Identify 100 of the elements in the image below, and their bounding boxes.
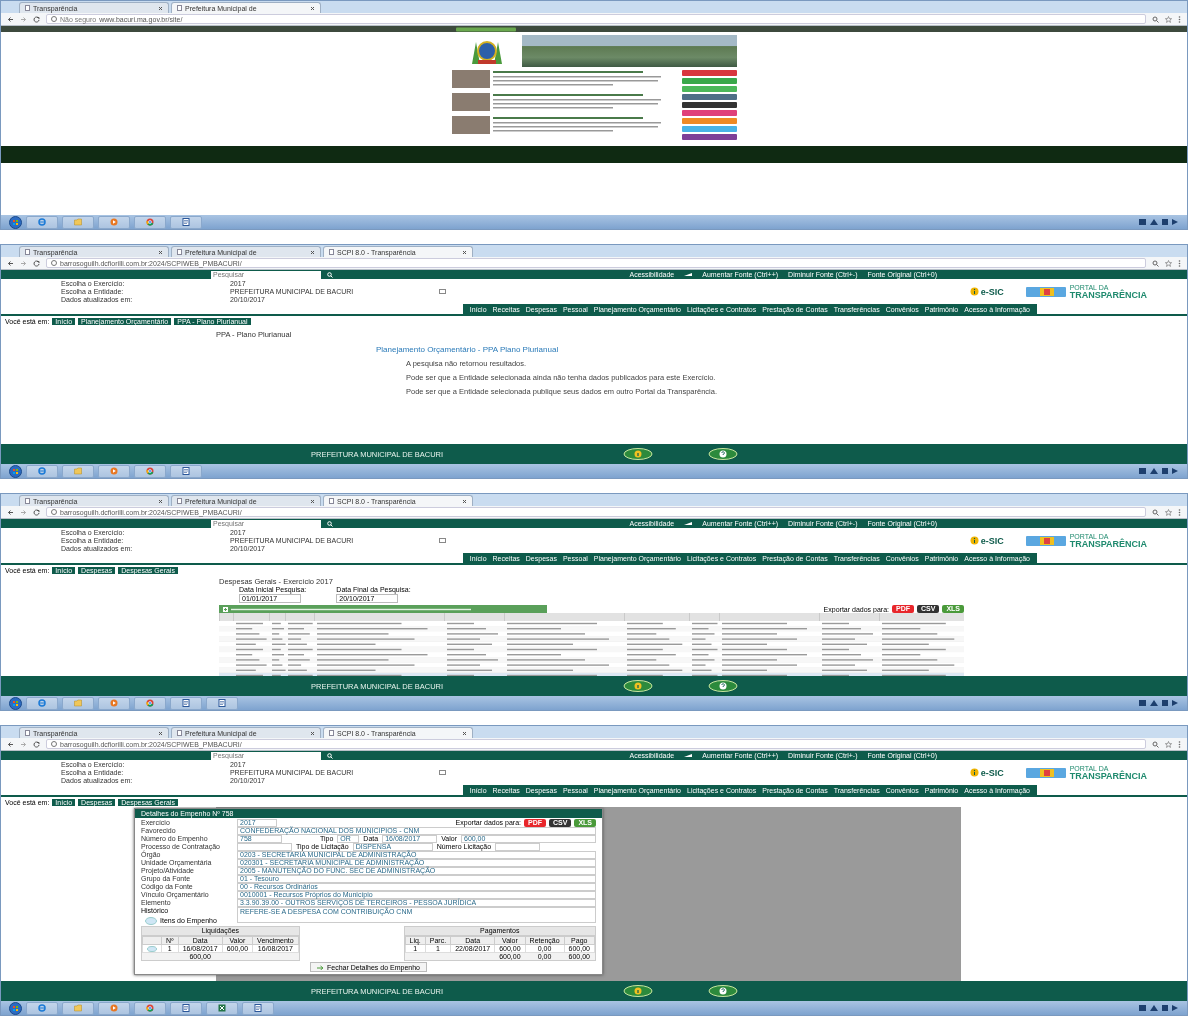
document-icon bbox=[182, 1004, 190, 1012]
folder-icon bbox=[74, 1004, 82, 1012]
reload-icon[interactable] bbox=[33, 15, 40, 23]
back-icon[interactable] bbox=[7, 15, 14, 23]
star-icon[interactable] bbox=[1165, 740, 1172, 748]
browser-icon bbox=[38, 699, 46, 707]
portal-logo-icon bbox=[1025, 534, 1066, 547]
taskbar-app-button[interactable] bbox=[170, 1001, 202, 1015]
start-orb-icon[interactable] bbox=[9, 464, 22, 478]
close-icon[interactable] bbox=[158, 249, 163, 255]
system-tray-icon bbox=[1139, 1004, 1179, 1012]
start-orb-icon[interactable] bbox=[9, 696, 22, 710]
taskbar-app-button[interactable] bbox=[26, 696, 58, 710]
taskbar-app-button[interactable] bbox=[206, 1001, 238, 1015]
star-icon[interactable] bbox=[1165, 259, 1172, 267]
info-badge-icon bbox=[969, 536, 979, 545]
help-icon[interactable] bbox=[708, 448, 739, 460]
start-orb-icon[interactable] bbox=[9, 1001, 22, 1015]
browser-icon bbox=[146, 467, 154, 475]
forward-icon[interactable] bbox=[20, 259, 27, 267]
taskbar-app-button[interactable] bbox=[134, 696, 166, 710]
calendar-icon[interactable] bbox=[439, 770, 446, 775]
page-icon bbox=[329, 249, 334, 255]
taskbar-app-button[interactable] bbox=[26, 464, 58, 478]
search-icon[interactable] bbox=[327, 752, 333, 759]
taskbar-app-button[interactable] bbox=[134, 215, 166, 229]
photo-placeholder bbox=[451, 116, 490, 134]
close-icon[interactable] bbox=[158, 498, 163, 504]
zoom-icon[interactable] bbox=[1152, 508, 1159, 516]
back-icon[interactable] bbox=[7, 508, 14, 516]
empty-field bbox=[495, 843, 541, 851]
star-icon[interactable] bbox=[1165, 15, 1172, 23]
back-icon[interactable] bbox=[7, 740, 14, 748]
page-icon bbox=[177, 730, 182, 736]
menu-icon[interactable] bbox=[1178, 259, 1181, 267]
taskbar-app-button[interactable] bbox=[134, 464, 166, 478]
back-icon[interactable] bbox=[7, 259, 14, 267]
page-icon bbox=[25, 730, 30, 736]
menu-icon[interactable] bbox=[1178, 15, 1181, 23]
browser-icon bbox=[146, 1004, 154, 1012]
reload-icon[interactable] bbox=[33, 508, 40, 516]
portal-title: TRANSPARÊNCIA bbox=[1069, 539, 1147, 549]
help-icon[interactable] bbox=[708, 680, 739, 692]
close-icon[interactable] bbox=[310, 498, 315, 504]
info-badge-icon bbox=[969, 768, 979, 777]
help-icon[interactable] bbox=[708, 985, 739, 997]
browser-icon bbox=[146, 218, 154, 226]
menu-icon[interactable] bbox=[1178, 740, 1181, 748]
close-icon[interactable] bbox=[158, 5, 163, 11]
taskbar-app-button[interactable] bbox=[170, 215, 202, 229]
play-icon bbox=[110, 467, 118, 475]
empty-field bbox=[237, 843, 292, 851]
page-icon bbox=[177, 5, 182, 11]
taskbar-app-button[interactable] bbox=[134, 1001, 166, 1015]
page-icon bbox=[177, 249, 182, 255]
page-icon bbox=[25, 498, 30, 504]
play-icon bbox=[110, 218, 118, 226]
taskbar-app-button[interactable] bbox=[242, 1001, 274, 1015]
system-tray-icon bbox=[1139, 218, 1179, 226]
forward-icon[interactable] bbox=[20, 508, 27, 516]
taskbar-app-button[interactable] bbox=[26, 1001, 58, 1015]
close-icon[interactable] bbox=[462, 730, 467, 736]
esic-link[interactable]: e-SIC bbox=[980, 535, 1004, 546]
folder-icon bbox=[74, 699, 82, 707]
search-icon[interactable] bbox=[327, 520, 333, 527]
esic-link[interactable]: e-SIC bbox=[980, 286, 1004, 297]
calendar-icon[interactable] bbox=[439, 289, 446, 294]
document-icon bbox=[182, 467, 190, 475]
close-icon[interactable] bbox=[158, 730, 163, 736]
zoom-icon[interactable] bbox=[1152, 259, 1159, 267]
search-icon[interactable] bbox=[327, 271, 333, 278]
esic-link[interactable]: e-SIC bbox=[980, 767, 1004, 778]
close-icon[interactable] bbox=[310, 5, 315, 11]
photo-placeholder bbox=[451, 93, 490, 111]
reload-icon[interactable] bbox=[33, 259, 40, 267]
page-icon bbox=[25, 249, 30, 255]
close-icon[interactable] bbox=[310, 730, 315, 736]
zoom-icon[interactable] bbox=[1152, 15, 1159, 23]
taskbar-app-button[interactable] bbox=[170, 464, 202, 478]
close-icon[interactable] bbox=[462, 249, 467, 255]
zoom-icon[interactable] bbox=[1152, 740, 1159, 748]
forward-icon[interactable] bbox=[20, 740, 27, 748]
page-icon bbox=[177, 498, 182, 504]
site-logo-bar-icon bbox=[455, 26, 516, 32]
portal-title: TRANSPARÊNCIA bbox=[1069, 771, 1147, 781]
start-orb-icon[interactable] bbox=[9, 215, 22, 229]
close-icon[interactable] bbox=[310, 249, 315, 255]
browser-icon bbox=[38, 467, 46, 475]
taskbar-app-button[interactable] bbox=[206, 696, 238, 710]
forward-icon[interactable] bbox=[20, 15, 27, 23]
document-icon bbox=[218, 699, 226, 707]
shortcut-button[interactable] bbox=[681, 102, 737, 108]
menu-icon[interactable] bbox=[1178, 508, 1181, 516]
close-icon[interactable] bbox=[462, 498, 467, 504]
taskbar-app-button[interactable] bbox=[170, 696, 202, 710]
taskbar-app-button[interactable] bbox=[26, 215, 58, 229]
system-tray-icon bbox=[1139, 699, 1179, 707]
star-icon[interactable] bbox=[1165, 508, 1172, 516]
calendar-icon[interactable] bbox=[439, 538, 446, 543]
reload-icon[interactable] bbox=[33, 740, 40, 748]
